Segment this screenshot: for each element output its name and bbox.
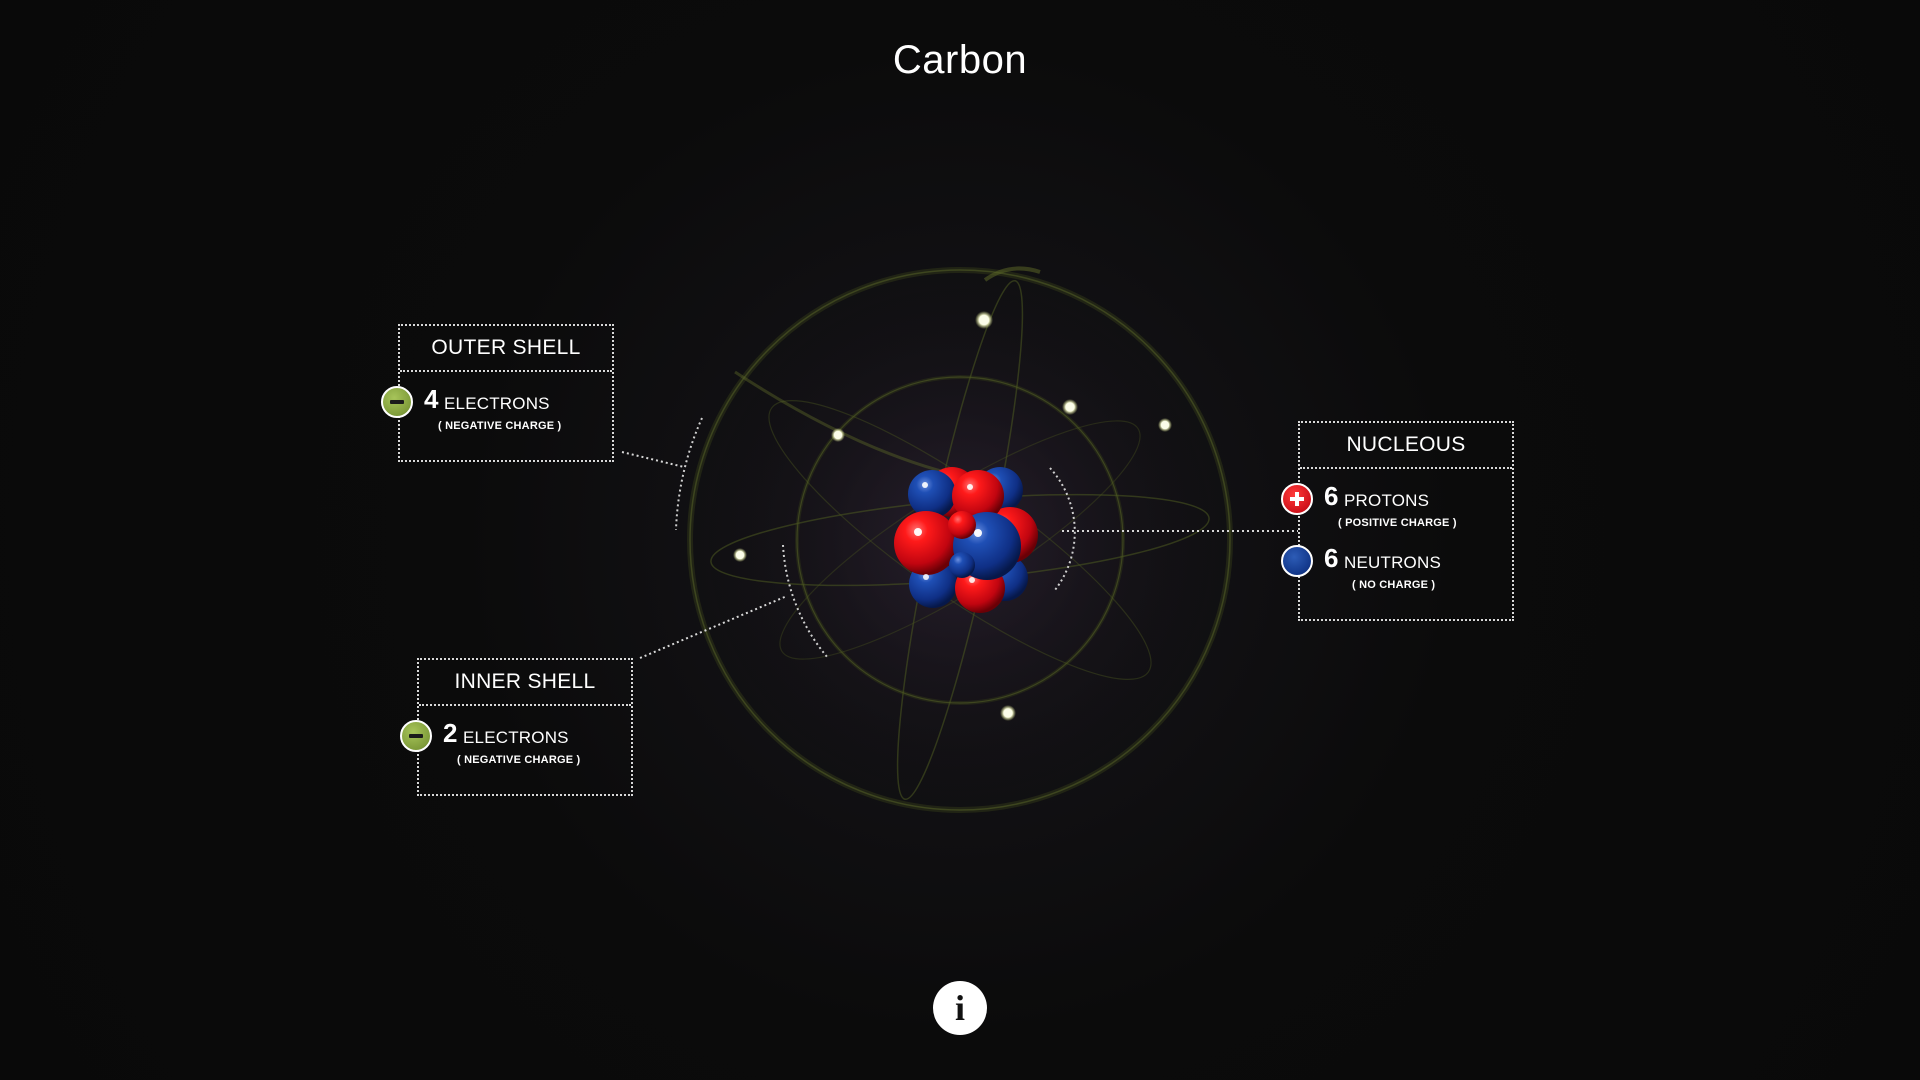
outer-shell-electron-count: 4 [424, 384, 439, 414]
highlight [969, 577, 975, 583]
neutron [949, 552, 975, 578]
highlight [922, 482, 928, 488]
inner-shell-electrons-row: 2 ELECTRONS ( NEGATIVE CHARGE ) [400, 718, 631, 780]
proton [894, 511, 958, 575]
highlight [974, 529, 982, 537]
inner-shell-charge: ( NEGATIVE CHARGE ) [457, 754, 581, 766]
info-button[interactable]: i [933, 981, 987, 1035]
inner-shell-panel: INNER SHELL 2 ELECTRONS ( NEGATIVE CHARG… [400, 658, 633, 796]
outer-shell-charge: ( NEGATIVE CHARGE ) [438, 420, 562, 432]
inner-shell-electron-unit: ELECTRONS [463, 728, 569, 747]
outer-shell-electrons-row: 4 ELECTRONS ( NEGATIVE CHARGE ) [381, 384, 612, 446]
nucleus-cluster [894, 467, 1038, 613]
outer-shell-body: 4 ELECTRONS ( NEGATIVE CHARGE ) [381, 372, 612, 460]
electron [834, 431, 842, 439]
highlight [914, 528, 922, 536]
outer-shell-electron-unit: ELECTRONS [444, 394, 550, 413]
proton [948, 511, 976, 539]
atom-model [621, 266, 1298, 813]
highlight [923, 574, 929, 580]
neutral-circle-icon [1281, 545, 1313, 577]
nucleus-body: 6 PROTONS ( POSITIVE CHARGE ) 6 NEUTRONS… [1281, 469, 1512, 619]
highlight [967, 484, 973, 490]
proton-charge: ( POSITIVE CHARGE ) [1338, 517, 1457, 529]
info-icon: i [954, 988, 965, 1028]
electron [979, 315, 989, 325]
electron [736, 551, 744, 559]
proton-count: 6 [1324, 481, 1339, 511]
minus-sign-icon [400, 720, 432, 752]
neutron-count: 6 [1324, 543, 1339, 573]
inner-shell-heading: INNER SHELL [419, 660, 631, 706]
electron [1161, 421, 1169, 429]
inner-shell-electron-count: 2 [443, 718, 458, 748]
outer-shell-connector [621, 451, 685, 468]
nucleus-panel: NUCLEOUS 6 PROTONS ( POSITIVE CHARGE ) 6… [1281, 421, 1514, 621]
neutron [908, 470, 956, 518]
minus-sign-icon [381, 386, 413, 418]
plus-sign-icon [1281, 483, 1313, 515]
inner-shell-body: 2 ELECTRONS ( NEGATIVE CHARGE ) [400, 706, 631, 794]
outer-shell-panel: OUTER SHELL 4 ELECTRONS ( NEGATIVE CHARG… [381, 324, 614, 462]
neutron-charge: ( NO CHARGE ) [1352, 579, 1436, 591]
electron [1065, 402, 1075, 412]
nucleus-heading: NUCLEOUS [1300, 423, 1512, 469]
proton-unit: PROTONS [1344, 491, 1430, 510]
outer-shell-heading: OUTER SHELL [400, 326, 612, 372]
atom-diagram-stage: Carbon OUTER SHELL 4 ELECTRONS (NEGATIV… [0, 0, 1920, 1080]
nucleus-protons-row: 6 PROTONS ( POSITIVE CHARGE ) [1281, 481, 1512, 543]
electron [1003, 708, 1013, 718]
nucleus-neutrons-row: 6 NEUTRONS ( NO CHARGE ) [1281, 543, 1512, 605]
neutron-unit: NEUTRONS [1344, 553, 1441, 572]
